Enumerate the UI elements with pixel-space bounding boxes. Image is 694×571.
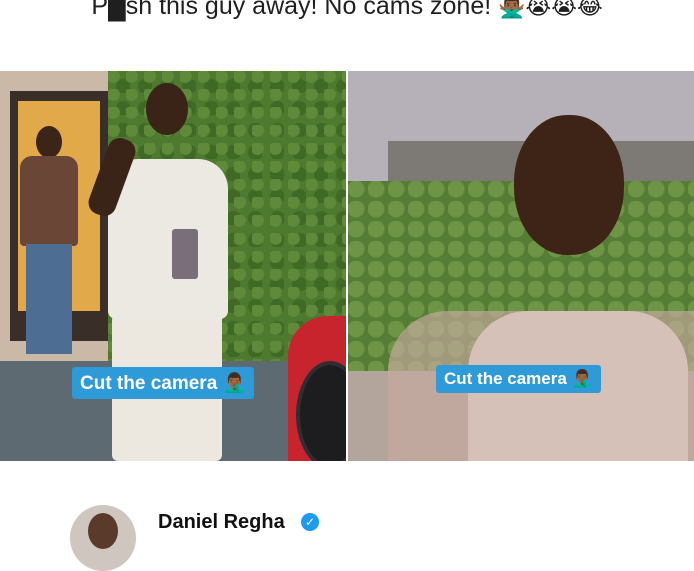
drink-cup xyxy=(172,229,198,279)
post-caption: P█sh this guy away! No cams zone! 🙅🏾‍♂️😭… xyxy=(0,0,694,21)
bg-person-body xyxy=(20,156,78,246)
facepalm-emoji-icon: 🤦🏾‍♂️ xyxy=(571,369,593,389)
overlay-label-right: Cut the camera 🤦🏾‍♂️ xyxy=(436,365,601,393)
avatar-face xyxy=(88,513,118,549)
main-person-head xyxy=(146,83,188,135)
overlay-label-left: Cut the camera 🤦🏾‍♂️ xyxy=(72,367,255,399)
main-person xyxy=(85,79,238,461)
overlay-text: Cut the camera xyxy=(444,369,567,388)
main-person-shirt xyxy=(108,159,228,319)
bg-person-legs xyxy=(26,244,72,354)
background-person xyxy=(14,126,84,356)
verified-badge-icon: ✓ xyxy=(301,513,319,531)
video-frame-right[interactable]: Cut the camera 🤦🏾‍♂️ xyxy=(348,71,694,461)
facepalm-emoji-icon: 🤦🏾‍♂️ xyxy=(222,372,247,394)
video-collage[interactable]: Cut the camera 🤦🏾‍♂️ Cut the camera 🤦🏾‍♂… xyxy=(0,71,694,461)
caption-emojis: 🙅🏾‍♂️😭😭😂 xyxy=(498,0,603,20)
bg-person-head xyxy=(36,126,62,158)
overlay-text: Cut the camera xyxy=(80,373,218,394)
caption-text: P█sh this guy away! No cams zone! xyxy=(91,0,492,20)
video-frame-left[interactable]: Cut the camera 🤦🏾‍♂️ xyxy=(0,71,346,461)
avatar[interactable] xyxy=(70,505,136,571)
closeup-person-head xyxy=(514,115,624,255)
author-name[interactable]: Daniel Regha xyxy=(158,511,285,534)
